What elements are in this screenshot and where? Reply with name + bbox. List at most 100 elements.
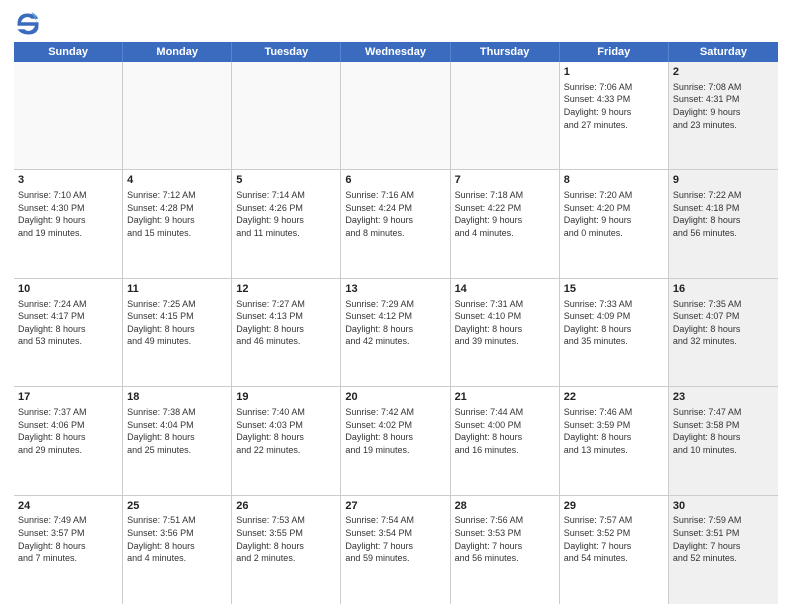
cell-info: Sunrise: 7:06 AM Sunset: 4:33 PM Dayligh… <box>564 81 664 131</box>
calendar-cell <box>341 62 450 169</box>
calendar-cell <box>14 62 123 169</box>
calendar-cell: 17Sunrise: 7:37 AM Sunset: 4:06 PM Dayli… <box>14 387 123 494</box>
calendar-row: 1Sunrise: 7:06 AM Sunset: 4:33 PM Daylig… <box>14 62 778 170</box>
day-number: 19 <box>236 390 336 405</box>
calendar-cell: 18Sunrise: 7:38 AM Sunset: 4:04 PM Dayli… <box>123 387 232 494</box>
calendar-cell: 29Sunrise: 7:57 AM Sunset: 3:52 PM Dayli… <box>560 496 669 604</box>
cell-info: Sunrise: 7:47 AM Sunset: 3:58 PM Dayligh… <box>673 406 774 456</box>
day-number: 18 <box>127 390 227 405</box>
day-number: 23 <box>673 390 774 405</box>
cell-info: Sunrise: 7:37 AM Sunset: 4:06 PM Dayligh… <box>18 406 118 456</box>
weekday-header: Sunday <box>14 42 123 62</box>
calendar-cell: 9Sunrise: 7:22 AM Sunset: 4:18 PM Daylig… <box>669 170 778 277</box>
day-number: 8 <box>564 173 664 188</box>
page: SundayMondayTuesdayWednesdayThursdayFrid… <box>0 0 792 612</box>
day-number: 9 <box>673 173 774 188</box>
calendar-cell: 19Sunrise: 7:40 AM Sunset: 4:03 PM Dayli… <box>232 387 341 494</box>
cell-info: Sunrise: 7:18 AM Sunset: 4:22 PM Dayligh… <box>455 189 555 239</box>
cell-info: Sunrise: 7:31 AM Sunset: 4:10 PM Dayligh… <box>455 298 555 348</box>
calendar-cell: 13Sunrise: 7:29 AM Sunset: 4:12 PM Dayli… <box>341 279 450 386</box>
cell-info: Sunrise: 7:12 AM Sunset: 4:28 PM Dayligh… <box>127 189 227 239</box>
weekday-header: Wednesday <box>341 42 450 62</box>
weekday-header: Tuesday <box>232 42 341 62</box>
calendar-cell: 5Sunrise: 7:14 AM Sunset: 4:26 PM Daylig… <box>232 170 341 277</box>
cell-info: Sunrise: 7:08 AM Sunset: 4:31 PM Dayligh… <box>673 81 774 131</box>
cell-info: Sunrise: 7:57 AM Sunset: 3:52 PM Dayligh… <box>564 514 664 564</box>
logo-icon <box>14 10 42 38</box>
cell-info: Sunrise: 7:59 AM Sunset: 3:51 PM Dayligh… <box>673 514 774 564</box>
calendar-cell: 22Sunrise: 7:46 AM Sunset: 3:59 PM Dayli… <box>560 387 669 494</box>
calendar-cell: 10Sunrise: 7:24 AM Sunset: 4:17 PM Dayli… <box>14 279 123 386</box>
cell-info: Sunrise: 7:14 AM Sunset: 4:26 PM Dayligh… <box>236 189 336 239</box>
calendar-cell: 28Sunrise: 7:56 AM Sunset: 3:53 PM Dayli… <box>451 496 560 604</box>
cell-info: Sunrise: 7:27 AM Sunset: 4:13 PM Dayligh… <box>236 298 336 348</box>
calendar-cell: 25Sunrise: 7:51 AM Sunset: 3:56 PM Dayli… <box>123 496 232 604</box>
day-number: 7 <box>455 173 555 188</box>
calendar-cell: 3Sunrise: 7:10 AM Sunset: 4:30 PM Daylig… <box>14 170 123 277</box>
cell-info: Sunrise: 7:10 AM Sunset: 4:30 PM Dayligh… <box>18 189 118 239</box>
calendar-cell: 27Sunrise: 7:54 AM Sunset: 3:54 PM Dayli… <box>341 496 450 604</box>
day-number: 3 <box>18 173 118 188</box>
header <box>14 10 778 38</box>
logo <box>14 10 46 38</box>
day-number: 21 <box>455 390 555 405</box>
day-number: 12 <box>236 282 336 297</box>
calendar-row: 10Sunrise: 7:24 AM Sunset: 4:17 PM Dayli… <box>14 279 778 387</box>
day-number: 4 <box>127 173 227 188</box>
weekday-header: Saturday <box>669 42 778 62</box>
weekday-header: Friday <box>560 42 669 62</box>
calendar-body: 1Sunrise: 7:06 AM Sunset: 4:33 PM Daylig… <box>14 62 778 604</box>
calendar-cell: 6Sunrise: 7:16 AM Sunset: 4:24 PM Daylig… <box>341 170 450 277</box>
calendar-cell: 4Sunrise: 7:12 AM Sunset: 4:28 PM Daylig… <box>123 170 232 277</box>
calendar-cell: 16Sunrise: 7:35 AM Sunset: 4:07 PM Dayli… <box>669 279 778 386</box>
calendar-row: 3Sunrise: 7:10 AM Sunset: 4:30 PM Daylig… <box>14 170 778 278</box>
weekday-header: Thursday <box>451 42 560 62</box>
calendar-cell: 30Sunrise: 7:59 AM Sunset: 3:51 PM Dayli… <box>669 496 778 604</box>
day-number: 20 <box>345 390 445 405</box>
cell-info: Sunrise: 7:42 AM Sunset: 4:02 PM Dayligh… <box>345 406 445 456</box>
day-number: 24 <box>18 499 118 514</box>
calendar-row: 24Sunrise: 7:49 AM Sunset: 3:57 PM Dayli… <box>14 496 778 604</box>
day-number: 5 <box>236 173 336 188</box>
cell-info: Sunrise: 7:51 AM Sunset: 3:56 PM Dayligh… <box>127 514 227 564</box>
day-number: 27 <box>345 499 445 514</box>
day-number: 10 <box>18 282 118 297</box>
calendar-cell: 2Sunrise: 7:08 AM Sunset: 4:31 PM Daylig… <box>669 62 778 169</box>
cell-info: Sunrise: 7:20 AM Sunset: 4:20 PM Dayligh… <box>564 189 664 239</box>
calendar-header: SundayMondayTuesdayWednesdayThursdayFrid… <box>14 42 778 62</box>
day-number: 29 <box>564 499 664 514</box>
calendar-cell: 15Sunrise: 7:33 AM Sunset: 4:09 PM Dayli… <box>560 279 669 386</box>
day-number: 17 <box>18 390 118 405</box>
cell-info: Sunrise: 7:29 AM Sunset: 4:12 PM Dayligh… <box>345 298 445 348</box>
calendar: SundayMondayTuesdayWednesdayThursdayFrid… <box>14 42 778 604</box>
day-number: 13 <box>345 282 445 297</box>
calendar-cell <box>451 62 560 169</box>
calendar-cell <box>232 62 341 169</box>
day-number: 25 <box>127 499 227 514</box>
day-number: 14 <box>455 282 555 297</box>
calendar-cell: 11Sunrise: 7:25 AM Sunset: 4:15 PM Dayli… <box>123 279 232 386</box>
cell-info: Sunrise: 7:16 AM Sunset: 4:24 PM Dayligh… <box>345 189 445 239</box>
cell-info: Sunrise: 7:24 AM Sunset: 4:17 PM Dayligh… <box>18 298 118 348</box>
day-number: 30 <box>673 499 774 514</box>
calendar-cell: 24Sunrise: 7:49 AM Sunset: 3:57 PM Dayli… <box>14 496 123 604</box>
calendar-cell: 21Sunrise: 7:44 AM Sunset: 4:00 PM Dayli… <box>451 387 560 494</box>
day-number: 16 <box>673 282 774 297</box>
day-number: 22 <box>564 390 664 405</box>
day-number: 2 <box>673 65 774 80</box>
day-number: 26 <box>236 499 336 514</box>
day-number: 28 <box>455 499 555 514</box>
weekday-header: Monday <box>123 42 232 62</box>
cell-info: Sunrise: 7:54 AM Sunset: 3:54 PM Dayligh… <box>345 514 445 564</box>
calendar-cell: 7Sunrise: 7:18 AM Sunset: 4:22 PM Daylig… <box>451 170 560 277</box>
cell-info: Sunrise: 7:33 AM Sunset: 4:09 PM Dayligh… <box>564 298 664 348</box>
cell-info: Sunrise: 7:25 AM Sunset: 4:15 PM Dayligh… <box>127 298 227 348</box>
calendar-cell: 20Sunrise: 7:42 AM Sunset: 4:02 PM Dayli… <box>341 387 450 494</box>
cell-info: Sunrise: 7:53 AM Sunset: 3:55 PM Dayligh… <box>236 514 336 564</box>
calendar-cell: 23Sunrise: 7:47 AM Sunset: 3:58 PM Dayli… <box>669 387 778 494</box>
day-number: 1 <box>564 65 664 80</box>
day-number: 15 <box>564 282 664 297</box>
calendar-cell: 1Sunrise: 7:06 AM Sunset: 4:33 PM Daylig… <box>560 62 669 169</box>
calendar-cell: 26Sunrise: 7:53 AM Sunset: 3:55 PM Dayli… <box>232 496 341 604</box>
day-number: 11 <box>127 282 227 297</box>
